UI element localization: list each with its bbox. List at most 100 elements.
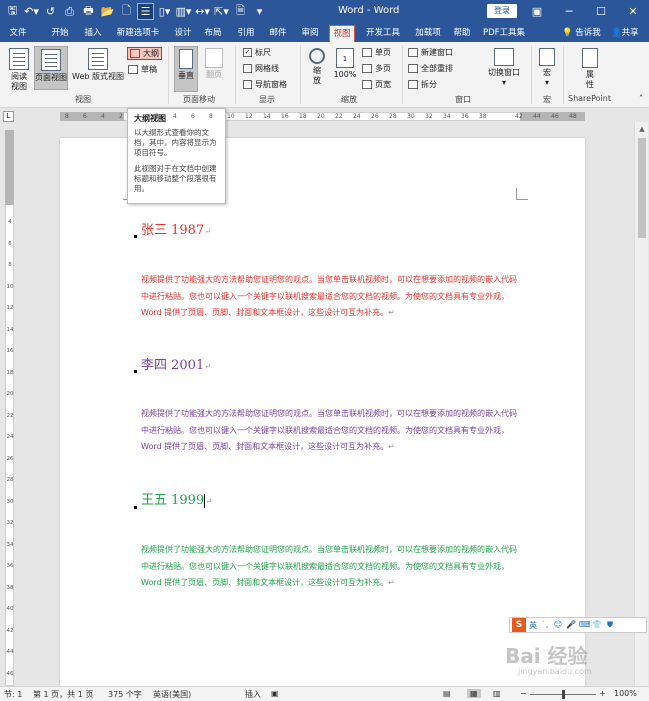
zoom-out-button[interactable]: − [520,689,527,698]
paragraph-1[interactable]: 视频提供了功能强大的方法帮助您证明您的观点。当您单击联机视频时，可以在想要添加的… [141,272,521,322]
tab-2[interactable]: 插入 [81,25,105,42]
print-layout-button[interactable]: 页面视图 [34,46,68,90]
redo-icon[interactable]: ↺ [42,3,59,20]
print-layout-view-icon[interactable]: ▦ [467,689,481,698]
heading-1[interactable]: 张三 1987↵ [141,219,211,238]
ribbon-display-options-icon[interactable]: ▣ [521,0,553,23]
ime-language-toggle[interactable]: 英 [529,620,537,631]
multi-page-button[interactable]: 多页 [362,63,391,74]
heading-2[interactable]: 李四 2001↵ [141,354,211,373]
macros-button[interactable]: 宏 ▾ [536,48,558,88]
tab-6[interactable]: 引用 [233,25,259,42]
save-icon[interactable]: 🖫 [4,3,21,20]
word-count[interactable]: 375 个字 [108,689,142,700]
magnifier-icon [309,48,325,64]
arrange-all-button[interactable]: 全部重排 [408,63,453,74]
cursor-icon[interactable]: ⇱▾ [213,3,230,20]
group-label-view: 视图 [75,95,91,104]
more-icon[interactable]: ▾ [251,3,268,20]
emoji-icon[interactable]: ☺ [553,620,563,630]
tab-0[interactable]: 文件 [6,25,30,42]
paragraph-mark: ↵ [388,578,395,587]
tab-4[interactable]: 设计 [172,25,194,42]
zoom-slider-thumb[interactable] [562,690,565,699]
tab-selector[interactable]: L [3,111,14,122]
page-width-label: 页宽 [375,80,391,89]
heading-3[interactable]: 王五 1999↵ [141,489,212,508]
vertical-page-move-button[interactable]: 垂直 [174,46,198,92]
outline-view-icon[interactable]: ☰ [137,3,154,20]
language-indicator[interactable]: 英语(美国) [153,689,191,700]
tab-13[interactable]: PDF工具集 [483,25,525,42]
zoom-level[interactable]: 100% [614,689,637,698]
tab-5[interactable]: 布局 [201,25,225,42]
punctuation-icon[interactable]: ˙, [540,620,550,630]
ruler-checkbox[interactable]: ✓ 标尺 [243,47,271,58]
undo-icon[interactable]: ↶▾ [23,3,40,20]
tab-9[interactable]: 视图 [329,25,355,42]
web-layout-button[interactable]: Web 版式视图 [71,48,125,82]
microphone-icon[interactable]: 🎤 [566,620,576,630]
share-button[interactable]: 👤共享 [611,25,639,42]
vertical-ruler[interactable]: 2246810121416182022242628303234363840424… [5,130,14,686]
keyboard-icon[interactable]: ⌨ [579,620,591,630]
one-page-label: 单页 [375,48,391,57]
tab-7[interactable]: 邮件 [266,25,290,42]
baidu-watermark: Bai 经验 [505,644,588,668]
tab-8[interactable]: 审阅 [298,25,322,42]
read-mode-view-icon[interactable]: ▤ [443,689,451,698]
print-icon[interactable]: 🖶 [80,3,97,20]
properties-button[interactable]: 属 性 [578,48,602,90]
page-width-button[interactable]: 页宽 [362,79,391,90]
switch-window-button[interactable]: 切换窗口 ▾ [484,48,524,88]
paragraph-3[interactable]: 视频提供了功能强大的方法帮助您证明您的观点。当您单击联机视频时，可以在想要添加的… [141,542,521,592]
scroll-up-icon[interactable]: ▲ [635,122,649,136]
vruler-tick-label: 10 [6,283,14,290]
nav-pane-checkbox[interactable]: 导航窗格 [243,79,287,90]
split-button[interactable]: 拆分 [408,79,437,90]
tab-1[interactable]: 开始 [46,25,74,42]
sogou-logo-icon[interactable]: S [512,618,526,632]
read-mode-button[interactable]: 阅读 视图 [6,48,32,92]
collapse-ribbon-button[interactable]: ˄ [636,94,646,104]
ruler-tick-label: 38 [479,113,487,120]
tab-12[interactable]: 帮助 [450,25,474,42]
tab-3[interactable]: 新建选项卡 [111,25,165,42]
draft-icon[interactable]: ▯▾ [156,3,173,20]
ime-toolbar[interactable]: S 英 ˙, ☺ 🎤 ⌨ 👕 ⛊ [509,617,647,633]
tab-10[interactable]: 开发工具 [363,25,403,42]
web-layout-view-icon[interactable]: ▥ [493,689,501,698]
section-indicator[interactable]: 节: 1 [4,689,22,700]
page-count[interactable]: 第 1 页，共 1 页 [33,689,93,700]
minimize-button[interactable]: ─ [553,0,585,23]
vertical-scrollbar[interactable]: ▲ [634,122,648,686]
outline-button[interactable]: 大纲 [127,47,162,60]
zoom-in-button[interactable]: + [599,689,606,698]
print-preview-icon[interactable]: ⎙ [61,3,78,20]
open-icon[interactable]: 📂 [99,3,116,20]
skin-icon[interactable]: 👕 [592,620,602,630]
close-button[interactable]: ✕ [617,0,649,23]
new-icon[interactable]: 🗋 [118,3,135,20]
properties-label: 属 性 [586,70,594,89]
columns-icon[interactable]: ▥▾ [175,3,192,20]
scrollbar-thumb[interactable] [638,138,646,238]
toolbox-icon[interactable]: ⛊ [605,620,615,630]
doc-icon[interactable]: 🗎 [232,3,249,20]
paragraph-2[interactable]: 视频提供了功能强大的方法帮助您证明您的观点。当您单击联机视频时，可以在想要添加的… [141,406,521,456]
macro-record-icon[interactable]: ▣ [271,689,279,698]
width-icon[interactable]: ↔▾ [194,3,211,20]
multi-page-icon [362,64,372,73]
zoom-button[interactable]: 缩 放 [305,48,329,86]
gridlines-checkbox[interactable]: 网格线 [243,63,279,74]
side-to-side-button[interactable]: 翻页 [202,48,226,80]
draft-button[interactable]: 草稿 [128,64,157,75]
one-page-button[interactable]: 单页 [362,47,391,58]
maximize-button[interactable]: ☐ [585,0,617,23]
login-button[interactable]: 登录 [487,4,517,18]
insert-mode[interactable]: 插入 [245,689,261,700]
tell-me-search[interactable]: 💡 告诉我 [562,25,601,42]
new-window-button[interactable]: 新建窗口 [408,47,453,58]
zoom-100-button[interactable]: 1 100% [332,48,358,80]
tab-11[interactable]: 加载项 [412,25,444,42]
